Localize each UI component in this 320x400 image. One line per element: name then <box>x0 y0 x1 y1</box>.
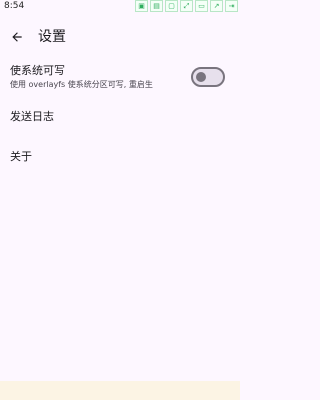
top-app-bar: 设置 <box>0 20 240 54</box>
toggle-thumb <box>196 72 206 82</box>
setting-send-log[interactable]: 发送日志 <box>0 104 240 130</box>
export-icon: ⇥ <box>225 0 238 12</box>
setting-title: 使系统可写 <box>10 64 65 77</box>
image-icon: ▭ <box>195 0 208 12</box>
expand-icon: ⤢ <box>180 0 193 12</box>
share-icon: ↗ <box>210 0 223 12</box>
qr-icon: ▣ <box>135 0 148 12</box>
arrow-back-icon <box>12 32 22 42</box>
status-time: 8:54 <box>4 1 25 11</box>
about-label: 关于 <box>10 150 32 163</box>
setting-description: 使用 overlayfs 使系统分区可写, 重启生 <box>10 80 153 89</box>
document-icon: ▤ <box>150 0 163 12</box>
status-icons: ▣ ▤ ▢ ⤢ ▭ ↗ ⇥ <box>135 0 238 12</box>
setting-about[interactable]: 关于 <box>0 144 240 170</box>
writable-toggle-switch[interactable] <box>191 67 225 87</box>
status-bar: 8:54 ▣ ▤ ▢ ⤢ ▭ ↗ ⇥ <box>0 0 240 14</box>
page-title: 设置 <box>38 29 66 45</box>
send-log-label: 发送日志 <box>10 110 54 123</box>
navigation-bar <box>0 381 240 400</box>
copy-icon: ▢ <box>165 0 178 12</box>
setting-make-system-writable[interactable]: 使系统可写 使用 overlayfs 使系统分区可写, 重启生 <box>0 60 240 96</box>
back-button[interactable] <box>6 26 28 48</box>
